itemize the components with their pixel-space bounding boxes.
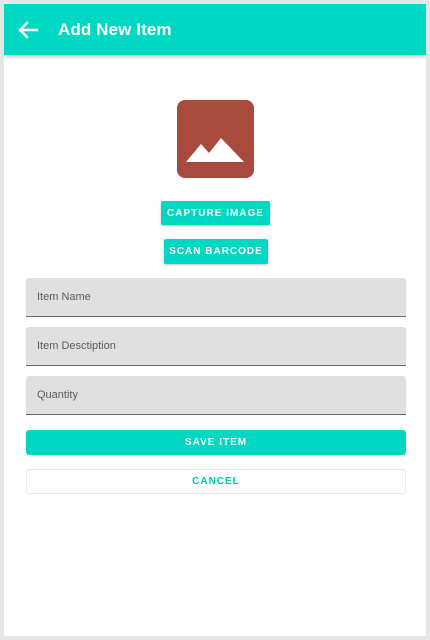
item-description-input[interactable] <box>37 327 406 365</box>
quantity-field[interactable] <box>26 376 406 415</box>
image-icon <box>177 100 254 178</box>
arrow-left-icon <box>18 20 39 39</box>
quantity-input[interactable] <box>37 376 406 414</box>
page-title: Add New Item <box>58 19 172 39</box>
save-item-button[interactable]: SAVE ITEM <box>26 430 406 455</box>
add-item-screen: Add New Item CAPTURE IMAGE SCAN BARCODE … <box>4 4 426 636</box>
item-description-field[interactable] <box>26 327 406 366</box>
cancel-button[interactable]: CANCEL <box>26 469 406 494</box>
item-name-input[interactable] <box>37 278 406 316</box>
scan-barcode-button[interactable]: SCAN BARCODE <box>164 239 268 264</box>
item-name-field[interactable] <box>26 278 406 317</box>
app-bar: Add New Item <box>4 4 426 55</box>
back-button[interactable] <box>8 10 48 50</box>
capture-image-button[interactable]: CAPTURE IMAGE <box>161 201 270 225</box>
item-image-placeholder <box>177 100 254 178</box>
